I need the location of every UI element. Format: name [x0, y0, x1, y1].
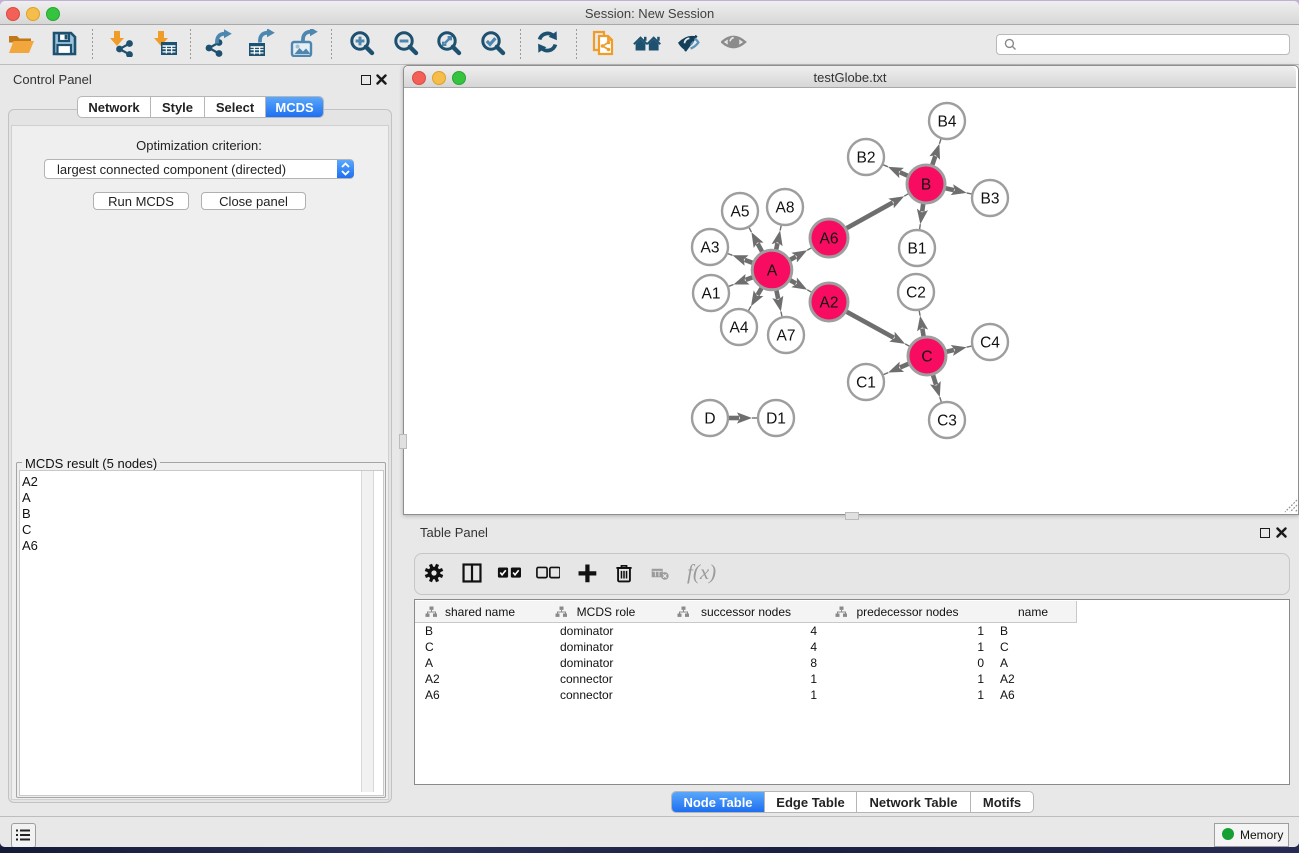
svg-text:C1: C1 [856, 375, 876, 392]
svg-text:B3: B3 [981, 191, 1000, 208]
svg-text:C3: C3 [937, 413, 957, 430]
svg-text:B2: B2 [857, 150, 876, 167]
svg-text:A4: A4 [730, 320, 749, 337]
svg-text:C2: C2 [906, 285, 926, 302]
svg-text:C: C [921, 349, 932, 366]
svg-text:A2: A2 [820, 295, 839, 312]
svg-text:D: D [704, 411, 715, 428]
svg-text:A3: A3 [701, 240, 720, 257]
svg-text:A: A [767, 263, 778, 280]
svg-text:A5: A5 [731, 204, 750, 221]
svg-text:C4: C4 [980, 335, 1000, 352]
svg-text:A6: A6 [820, 231, 839, 248]
svg-text:B1: B1 [908, 241, 927, 258]
svg-text:A7: A7 [777, 328, 796, 345]
svg-text:B: B [921, 177, 931, 194]
svg-text:A1: A1 [702, 286, 721, 303]
svg-text:B4: B4 [938, 114, 957, 131]
svg-text:A8: A8 [776, 200, 795, 217]
svg-text:D1: D1 [766, 411, 786, 428]
